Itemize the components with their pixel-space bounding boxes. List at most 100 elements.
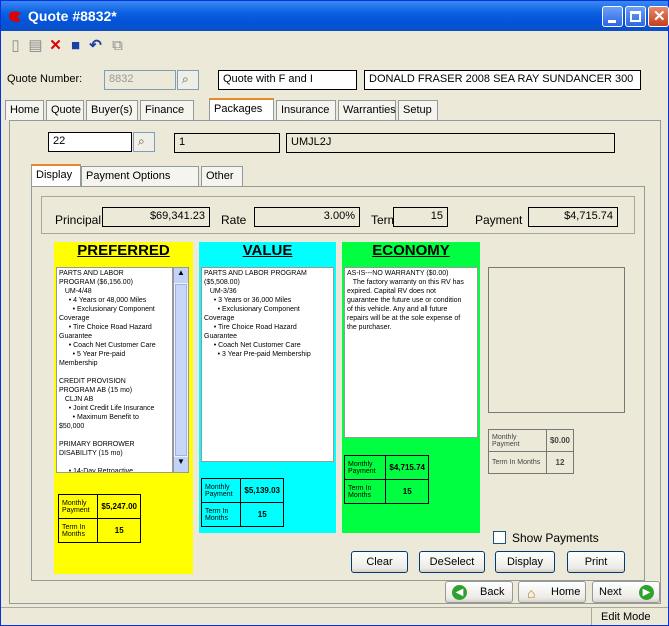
rate-label: Rate: [221, 213, 247, 227]
chevron-up-icon[interactable]: ▲: [174, 268, 188, 283]
package-line: PARTS AND LABOR: [59, 270, 124, 277]
tab-insurance[interactable]: Insurance: [276, 100, 336, 120]
status-bar: Edit Mode: [1, 607, 668, 625]
package-line: CREDIT PROVISION: [59, 378, 126, 385]
package-line: • Coach Net Customer Care: [59, 342, 156, 349]
next-arrow-icon: ▶: [639, 585, 654, 600]
show-payments-label: Show Payments: [512, 531, 599, 545]
package-line: of this vehicle. Any and all future: [347, 306, 448, 313]
monthly-payment-value: $5,139.03: [240, 478, 284, 503]
print-button[interactable]: Print: [567, 551, 625, 573]
copy-icon[interactable]: ⧉: [109, 37, 126, 54]
close-icon: ✕: [653, 8, 666, 25]
payment-label: Payment: [475, 213, 523, 227]
package-line: • 3 Year Pre-paid Membership: [204, 351, 311, 358]
package-line: • 5 Year Pre-paid: [59, 351, 126, 358]
package-line: expired. Capital RV does not: [347, 288, 436, 295]
package-line: PARTS AND LABOR PROGRAM: [204, 270, 307, 277]
package-line: Coverage: [204, 315, 235, 322]
term-months-label: Term In Months: [488, 451, 547, 474]
term-field: 15: [393, 207, 448, 227]
package-line: Guarantee: [204, 333, 238, 340]
monthly-payment-value: $5,247.00: [97, 494, 141, 519]
new-icon[interactable]: ▯: [7, 37, 24, 54]
package-line: • Tire Choice Road Hazard: [59, 324, 152, 331]
tab-display[interactable]: Display: [31, 164, 81, 186]
package-line: • 14-Day Retroactive: [59, 468, 134, 473]
monthly-payment-value: $0.00: [545, 429, 575, 452]
chevron-down-icon[interactable]: ▼: [174, 457, 188, 472]
package-line: Coverage: [59, 315, 90, 322]
tab-quote[interactable]: Quote: [46, 100, 84, 120]
tab-buyers[interactable]: Buyer(s): [86, 100, 138, 120]
show-payments-checkbox[interactable]: [493, 531, 506, 544]
next-label: Next: [599, 586, 622, 598]
preferred-scrollbar[interactable]: ▲ ▼: [173, 267, 189, 473]
tab-setup[interactable]: Setup: [398, 100, 438, 120]
tab-other[interactable]: Other: [201, 166, 243, 186]
tab-home[interactable]: Home: [5, 100, 44, 120]
package-line: • Coach Net Customer Care: [204, 342, 301, 349]
status-divider: [591, 608, 592, 625]
monthly-payment-label: Monthly Payment: [488, 429, 547, 452]
monthly-payment-label: Monthly Payment: [57, 494, 99, 519]
next-button[interactable]: Next ▶: [592, 581, 660, 603]
economy-payment-table: Monthly Payment $4,715.74 Term In Months 1…: [343, 455, 429, 504]
save-icon[interactable]: ■: [67, 37, 84, 54]
quote-number-field[interactable]: 8832: [104, 70, 176, 90]
preferred-title: PREFERRED: [77, 242, 170, 259]
edit-icon[interactable]: ▤: [27, 37, 44, 54]
tab-warranties[interactable]: Warranties: [338, 100, 396, 120]
package-line: UM-3/36: [204, 288, 237, 295]
economy-description: AS-IS---NO WARRANTY ($0.00) The factory …: [344, 267, 478, 438]
maximize-button[interactable]: [625, 6, 646, 27]
search-icon: ⌕: [138, 134, 145, 148]
close-button[interactable]: ✕: [648, 6, 669, 27]
scroll-thumb[interactable]: [175, 284, 187, 456]
package-line: • Exclusionary Component: [59, 306, 155, 313]
tab-finance[interactable]: Finance: [140, 100, 194, 120]
package-line: • Joint Credit Life Insurance: [59, 405, 155, 412]
monthly-payment-label: Monthly Payment: [200, 478, 242, 503]
undo-icon[interactable]: ↶: [87, 37, 104, 54]
delete-icon[interactable]: ✕: [47, 37, 64, 54]
quote-lookup-button[interactable]: ⌕: [177, 70, 199, 90]
package-lookup-button[interactable]: ⌕: [133, 132, 155, 152]
term-months-label: Term In Months: [343, 479, 387, 504]
home-label: Home: [551, 586, 581, 598]
term-months-value: 15: [97, 518, 141, 543]
package-line: • Exclusionary Component: [204, 306, 300, 313]
app-icon: [9, 11, 21, 22]
package-line: PROGRAM AB (15 mo): [59, 387, 133, 394]
tab-payment-options[interactable]: Payment Options: [81, 166, 199, 186]
display-button[interactable]: Display: [495, 551, 555, 573]
home-button[interactable]: ⌂ Home: [518, 581, 586, 603]
preferred-description: PARTS AND LABOR PROGRAM ($6,156.00) UM-4/…: [56, 267, 173, 473]
package-code-field[interactable]: 22: [48, 132, 132, 152]
package-line: • 3 Years or 36,000 Miles: [204, 297, 292, 304]
title-bar: Quote #8832* ✕: [1, 1, 669, 31]
deselect-button[interactable]: DeSelect: [419, 551, 485, 573]
back-button[interactable]: ◀ Back: [445, 581, 513, 603]
value-title: VALUE: [242, 242, 293, 259]
package-line: $50,000: [59, 423, 85, 430]
back-label: Back: [480, 586, 505, 598]
package-line: DISABILITY (15 mo): [59, 450, 123, 457]
package-line: The factory warranty on this RV has: [347, 279, 464, 286]
tab-packages[interactable]: Packages: [209, 98, 274, 120]
package-line: ($5,508.00): [204, 279, 240, 286]
window-title: Quote #8832*: [28, 8, 117, 24]
payment-field: $4,715.74: [528, 207, 618, 227]
term-months-label: Term In Months: [200, 502, 242, 527]
package-line: • Tire Choice Road Hazard: [204, 324, 297, 331]
package-line: Guarantee: [59, 333, 93, 340]
package-seq-field: 1: [174, 133, 280, 153]
unit-description-field[interactable]: DONALD FRASER 2008 SEA RAY SUNDANCER 300: [364, 70, 641, 90]
value-description: PARTS AND LABOR PROGRAM ($5,508.00) UM-3/…: [201, 267, 334, 462]
package-line: • Maximum Benefit to: [59, 414, 139, 421]
value-payment-table: Monthly Payment $5,139.03 Term In Months 1…: [200, 478, 284, 527]
home-icon: ⌂: [527, 585, 536, 601]
minimize-button[interactable]: [602, 6, 623, 27]
quote-description-field[interactable]: Quote with F and I: [218, 70, 357, 90]
clear-button[interactable]: Clear: [351, 551, 408, 573]
